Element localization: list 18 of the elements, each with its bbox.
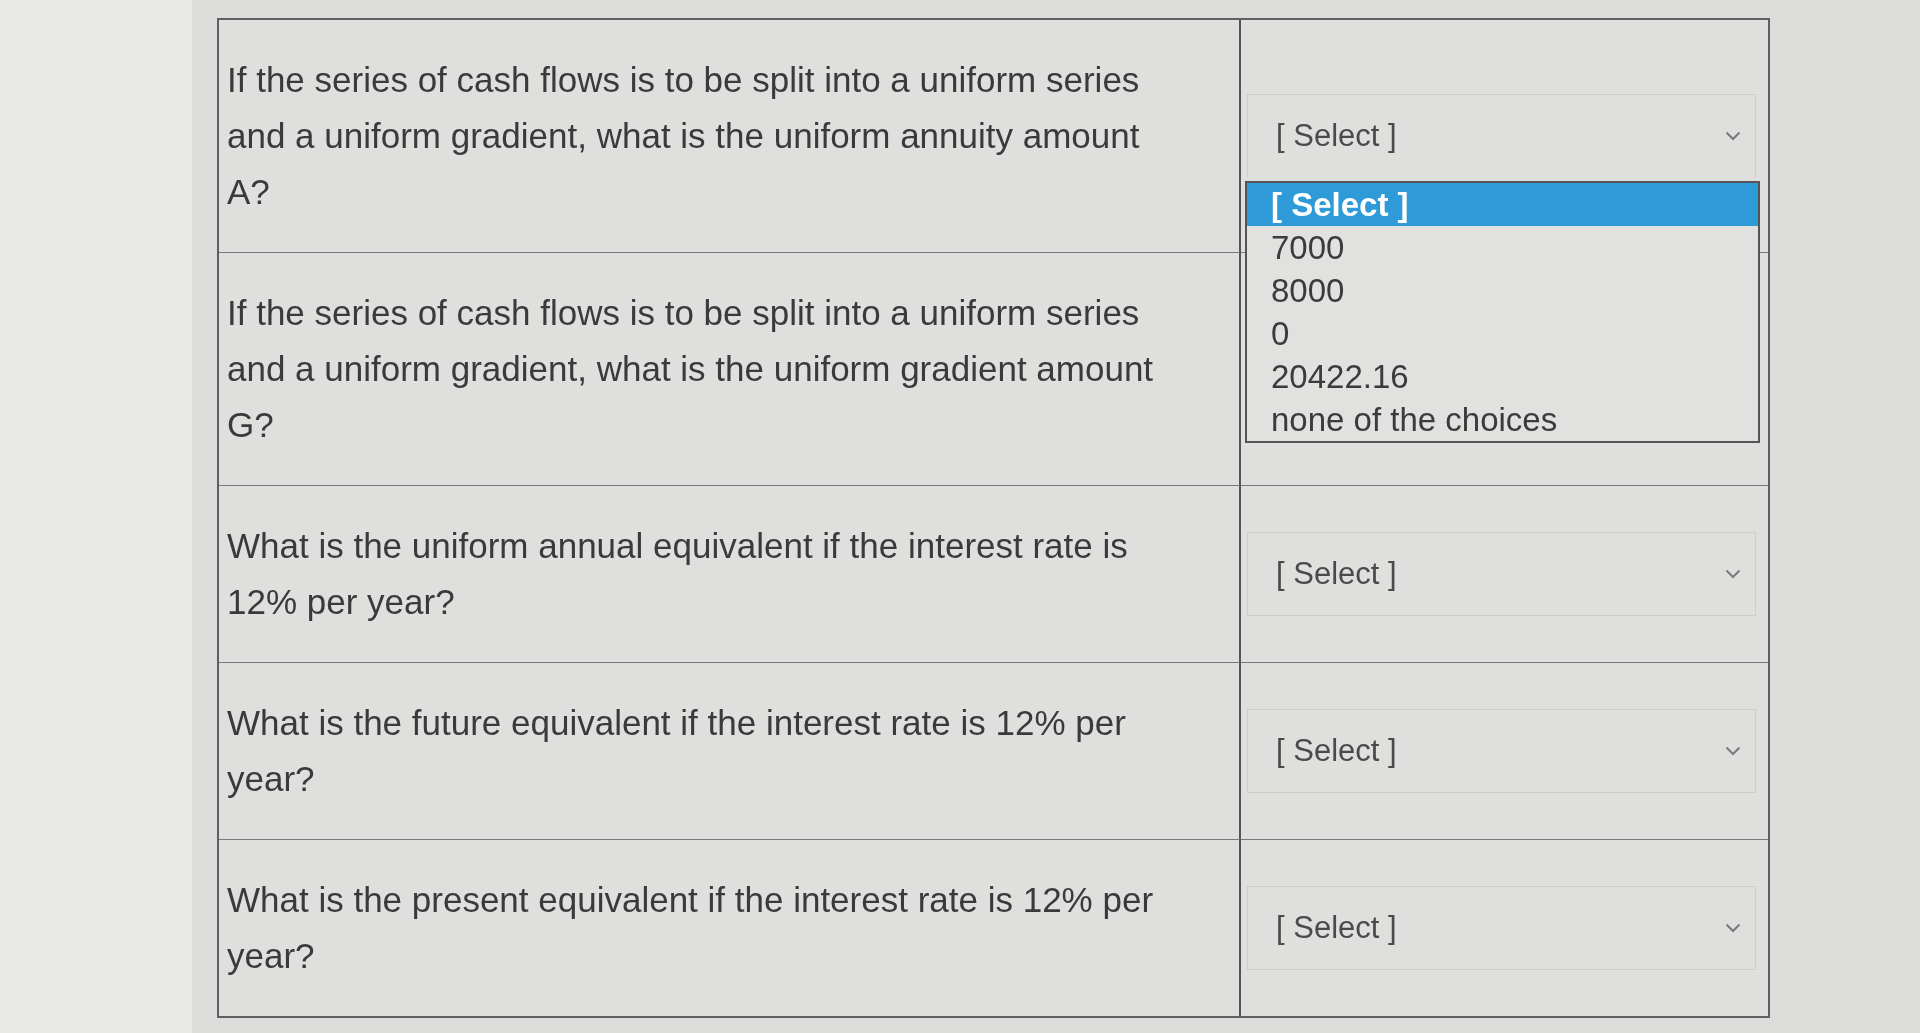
dropdown-option[interactable]: none of the choices bbox=[1247, 398, 1758, 441]
chevron-down-icon bbox=[1725, 569, 1741, 579]
question-text: What is the present equivalent if the interest rate is 12% per year? bbox=[227, 880, 1154, 975]
chevron-down-icon bbox=[1725, 923, 1741, 933]
chevron-down-icon bbox=[1725, 746, 1741, 756]
question-text: If the series of cash flows is to be split into a uniform series and a uniform gradient, what is the uniform annuity amount A? bbox=[227, 60, 1140, 211]
question-text: If the series of cash flows is to be split into a uniform series and a uniform gradient, what is the uniform gradient amount G? bbox=[227, 293, 1154, 444]
answer-dropdown[interactable]: [ Select ] bbox=[1247, 532, 1756, 616]
dropdown-option[interactable]: 8000 bbox=[1247, 269, 1758, 312]
answer-dropdown[interactable]: [ Select ] bbox=[1247, 886, 1756, 970]
dropdown-option[interactable]: 0 bbox=[1247, 312, 1758, 355]
dropdown-option[interactable]: 20422.16 bbox=[1247, 355, 1758, 398]
question-text: What is the uniform annual equivalent if the interest rate is 12% per year? bbox=[227, 526, 1128, 621]
answer-dropdown[interactable]: [ Select ] bbox=[1247, 94, 1756, 178]
answer-dropdown[interactable]: [ Select ] bbox=[1247, 709, 1756, 793]
chevron-down-icon bbox=[1725, 131, 1741, 141]
dropdown-option[interactable]: 7000 bbox=[1247, 226, 1758, 269]
question-text: What is the future equivalent if the interest rate is 12% per year? bbox=[227, 703, 1126, 798]
